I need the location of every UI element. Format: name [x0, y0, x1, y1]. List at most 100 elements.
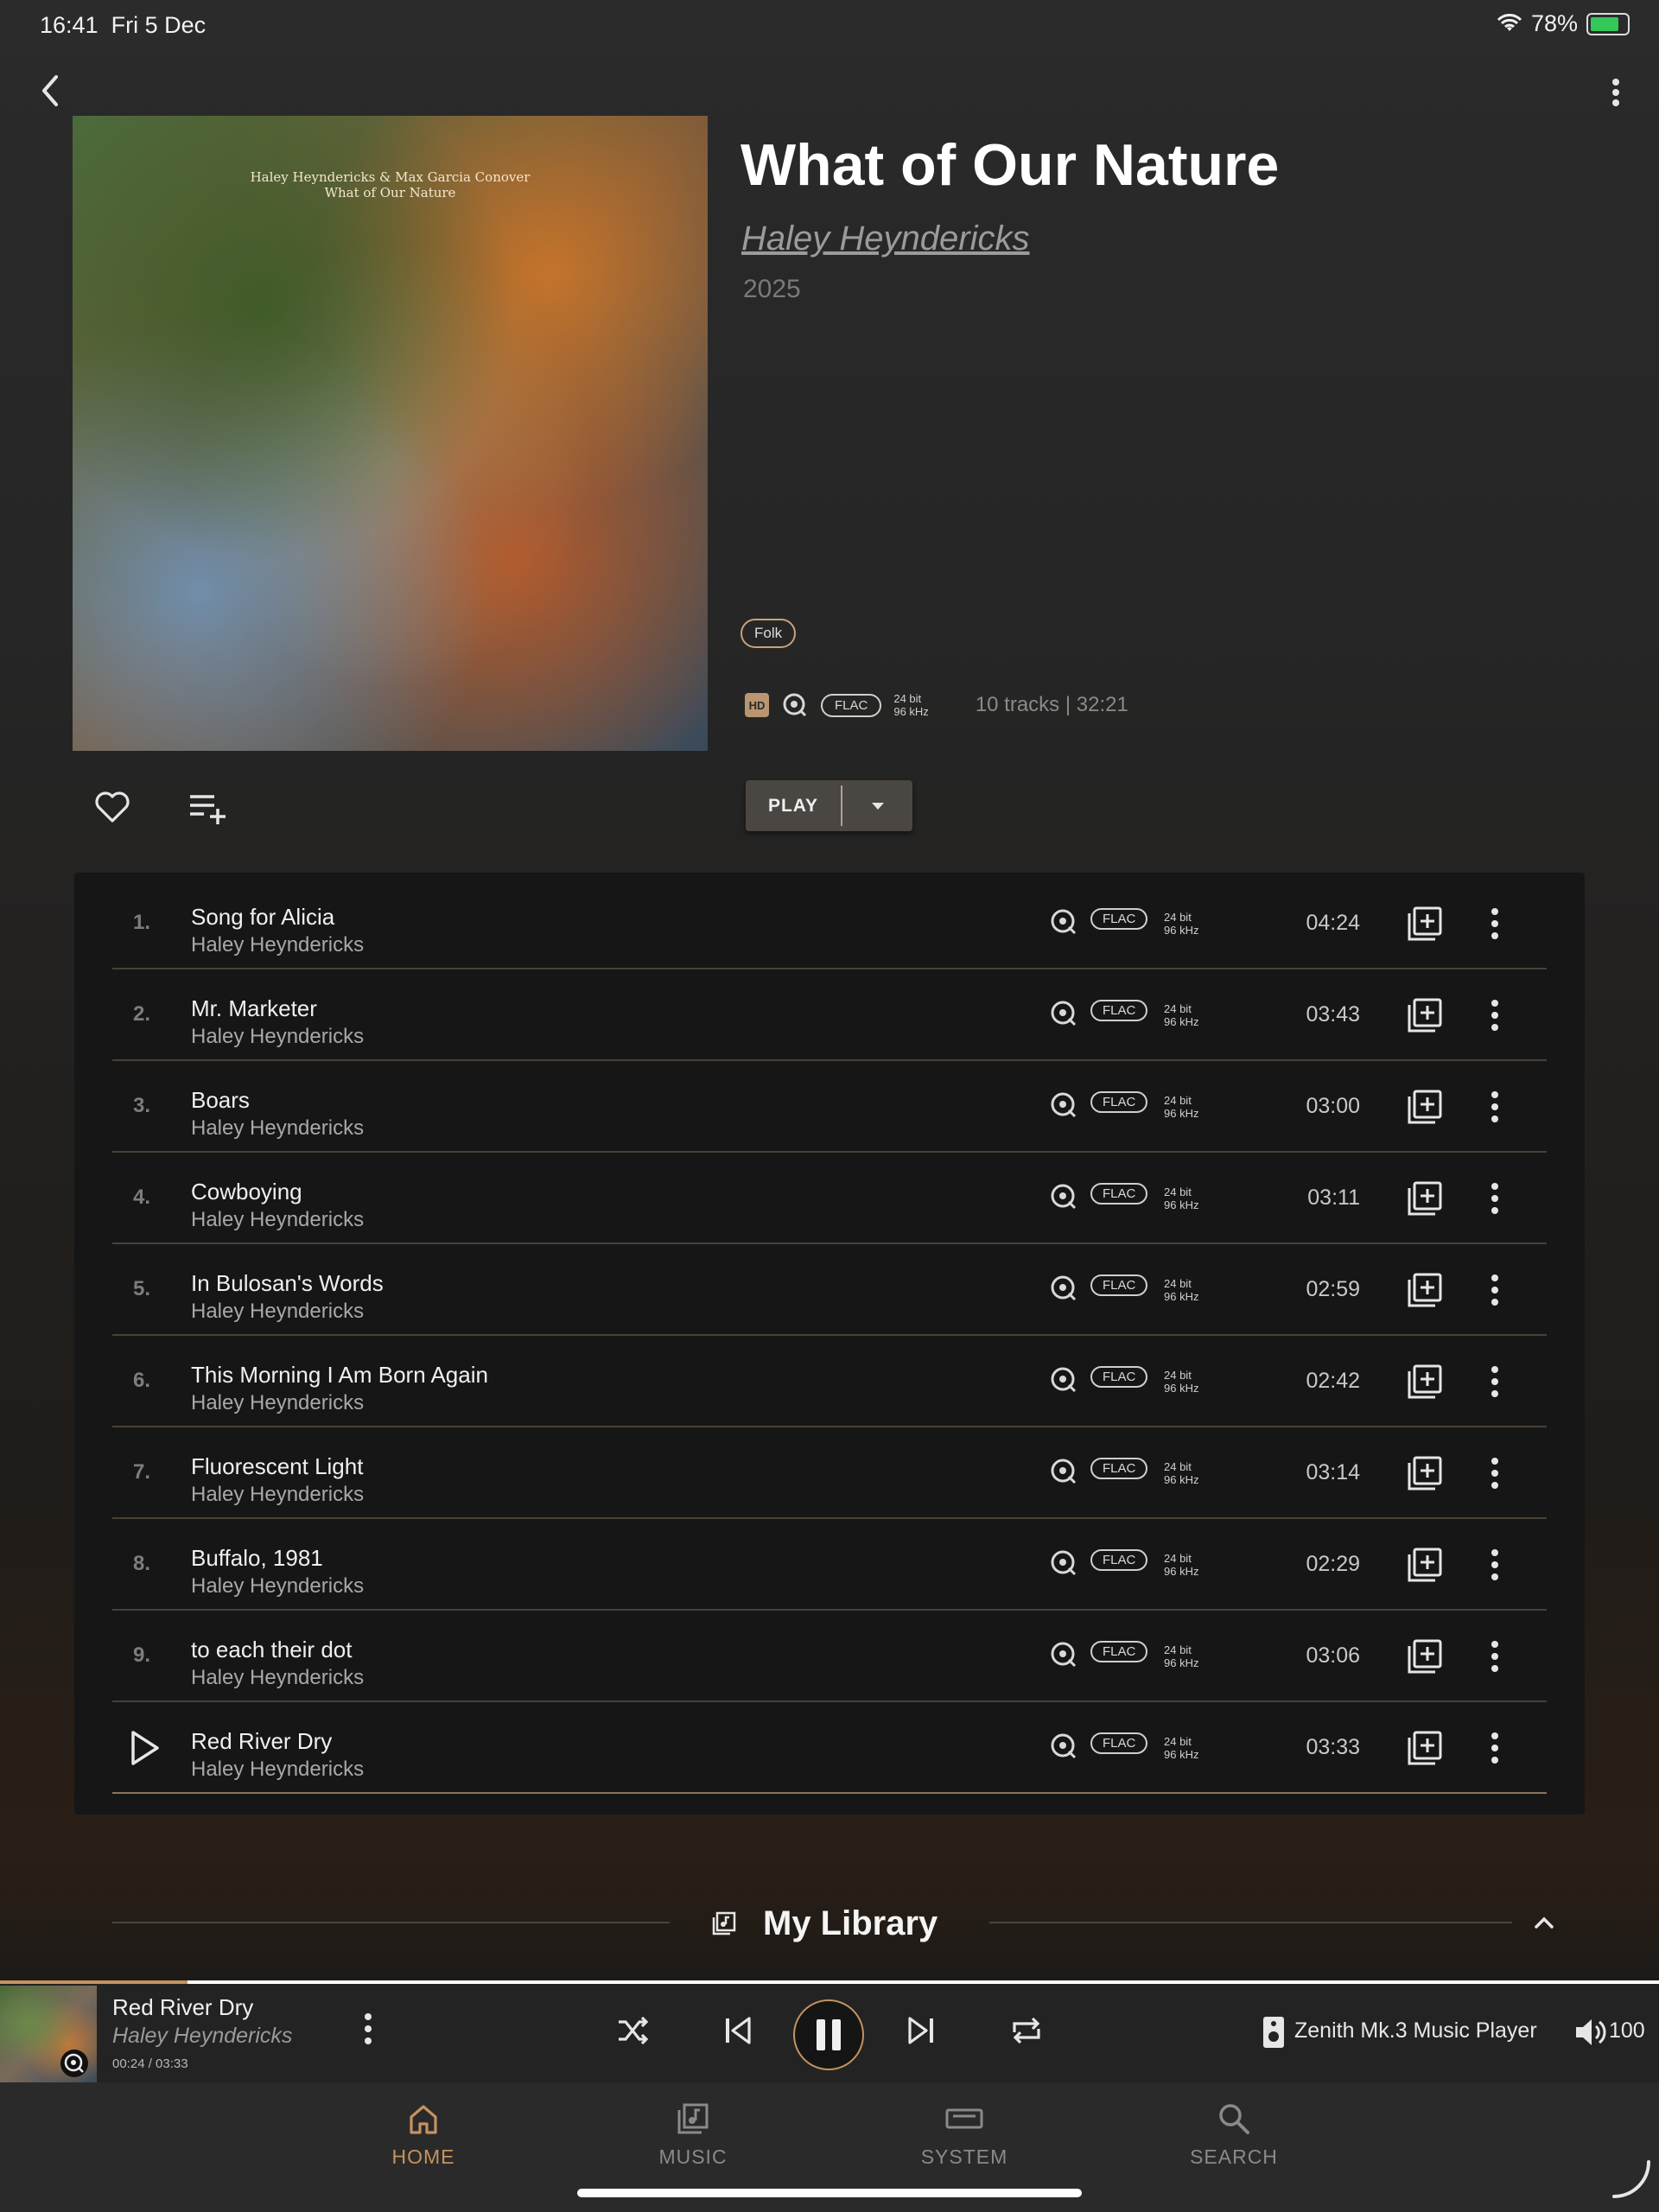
add-to-playlist-icon[interactable] — [1407, 1547, 1443, 1583]
home-indicator[interactable] — [577, 2189, 1082, 2197]
more-vertical-icon[interactable] — [1486, 1455, 1503, 1491]
track-row[interactable]: 7. Fluorescent Light Haley Heyndericks FLAC… — [112, 1427, 1547, 1519]
bit-depth-label: 24 bit 96 kHz — [1164, 1094, 1199, 1120]
track-title: Red River Dry — [191, 1728, 333, 1754]
now-playing-artwork[interactable] — [0, 1986, 97, 2082]
bit-depth-label: 24 bit 96 kHz — [1164, 1277, 1199, 1303]
quality-icon — [60, 2050, 88, 2077]
more-vertical-icon[interactable] — [1486, 1180, 1503, 1217]
format-badge: FLAC — [1090, 1274, 1148, 1296]
track-duration: 03:11 — [1307, 1185, 1360, 1210]
add-to-playlist-icon[interactable] — [1407, 906, 1443, 942]
track-number: 1. — [133, 911, 151, 934]
tab-system[interactable]: SYSTEM — [895, 2100, 1033, 2177]
track-duration: 03:33 — [1306, 1735, 1360, 1759]
track-number: 7. — [133, 1460, 151, 1484]
progress-bar[interactable] — [0, 1980, 1659, 1984]
track-row[interactable]: 4. Cowboying Haley Heyndericks FLAC 24 bit 96… — [112, 1153, 1547, 1244]
track-row[interactable]: 6. This Morning I Am Born Again Haley Heyn… — [112, 1336, 1547, 1427]
track-duration: 03:00 — [1306, 1094, 1360, 1118]
now-playing-bar: Red River Dry Haley Heyndericks 00:24 / … — [0, 1980, 1659, 2082]
play-options-dropdown[interactable] — [842, 780, 912, 831]
playlist-add-icon — [190, 795, 226, 824]
track-row[interactable]: 2. Mr. Marketer Haley Heyndericks FLAC 24 bi… — [112, 969, 1547, 1061]
more-options-button[interactable] — [1599, 71, 1633, 114]
wifi-icon — [1497, 13, 1522, 31]
add-to-playlist-icon[interactable] — [1407, 1272, 1443, 1308]
bit-depth-label: 24 bit 96 kHz — [1164, 1002, 1199, 1028]
music-icon — [677, 2103, 709, 2134]
track-duration: 02:59 — [1306, 1277, 1360, 1301]
more-vertical-icon — [1612, 79, 1619, 106]
track-row[interactable]: Red River Dry Haley Heyndericks FLAC 24 bit… — [112, 1702, 1547, 1794]
now-playing-time: 00:24 / 03:33 — [112, 2056, 188, 2071]
bit-depth-label: 24 bit 96 kHz — [1164, 1369, 1199, 1395]
format-badge: FLAC — [1090, 1366, 1148, 1388]
volume-icon[interactable] — [1573, 2015, 1607, 2050]
add-to-playlist-icon[interactable] — [1407, 1180, 1443, 1217]
repeat-icon[interactable] — [1009, 2013, 1044, 2048]
track-row[interactable]: 1. Song for Alicia Haley Heyndericks FLAC 24… — [112, 878, 1547, 969]
play-button[interactable]: PLAY — [746, 780, 841, 831]
hd-badge: HD — [745, 693, 769, 717]
more-vertical-icon[interactable] — [1486, 906, 1503, 942]
bit-depth-label: 24 bit 96 kHz — [1164, 911, 1199, 937]
quality-icon — [1051, 1733, 1077, 1759]
track-number: 6. — [133, 1369, 151, 1392]
track-row[interactable]: 5. In Bulosan's Words Haley Heyndericks FLA… — [112, 1244, 1547, 1336]
track-artist: Haley Heyndericks — [191, 1666, 365, 1689]
quality-icon — [1051, 1642, 1077, 1668]
quality-icon — [1051, 1367, 1077, 1393]
shuffle-icon[interactable] — [615, 2013, 650, 2048]
track-artist: Haley Heyndericks — [191, 1300, 365, 1323]
now-playing-artist: Haley Heyndericks — [112, 2024, 293, 2048]
more-vertical-icon[interactable] — [1486, 997, 1503, 1033]
track-summary: 10 tracks | 32:21 — [975, 693, 1128, 716]
more-vertical-icon[interactable] — [359, 2010, 377, 2048]
track-row[interactable]: 3. Boars Haley Heyndericks FLAC 24 bit 96 kHz… — [112, 1061, 1547, 1153]
more-vertical-icon[interactable] — [1486, 1089, 1503, 1125]
previous-track-icon[interactable] — [721, 2013, 755, 2048]
play-icon[interactable] — [128, 1728, 162, 1768]
quality-icon — [1051, 1550, 1077, 1576]
genre-tag[interactable]: Folk — [741, 619, 797, 648]
status-bar: 16:41 Fri 5 Dec 78% — [0, 0, 1659, 52]
volume-level: 100 — [1609, 2018, 1645, 2043]
format-badge: FLAC — [1090, 1000, 1148, 1021]
format-badge: FLAC — [1090, 1549, 1148, 1571]
output-device-label[interactable]: Zenith Mk.3 Music Player — [1294, 2018, 1537, 2044]
bit-depth-label: 24 bit 96 kHz — [1164, 1460, 1199, 1486]
track-row[interactable]: 8. Buffalo, 1981 Haley Heyndericks FLAC 24 b… — [112, 1519, 1547, 1611]
add-to-playlist-icon[interactable] — [1407, 997, 1443, 1033]
back-button[interactable] — [33, 69, 67, 112]
corner-gesture-icon — [1612, 2160, 1650, 2198]
track-row[interactable]: 9. to each their dot Haley Heyndericks FLAC… — [112, 1611, 1547, 1702]
add-to-playlist-icon[interactable] — [1407, 1455, 1443, 1491]
track-number: 8. — [133, 1552, 151, 1575]
add-to-queue-button[interactable] — [185, 786, 230, 828]
more-vertical-icon[interactable] — [1486, 1638, 1503, 1675]
tab-home[interactable]: HOME — [354, 2100, 493, 2177]
next-track-icon[interactable] — [904, 2013, 938, 2048]
track-title: This Morning I Am Born Again — [191, 1362, 488, 1388]
chevron-up-icon[interactable] — [1529, 1908, 1559, 1937]
add-to-playlist-icon[interactable] — [1407, 1089, 1443, 1125]
tab-music[interactable]: MUSIC — [624, 2100, 762, 2177]
more-vertical-icon[interactable] — [1486, 1363, 1503, 1400]
favorite-button[interactable] — [92, 786, 133, 828]
add-to-playlist-icon[interactable] — [1407, 1730, 1443, 1766]
status-time: 16:41 Fri 5 Dec — [40, 12, 207, 38]
track-title: Mr. Marketer — [191, 995, 317, 1021]
more-vertical-icon[interactable] — [1486, 1730, 1503, 1766]
speaker-icon — [1263, 2017, 1284, 2048]
more-vertical-icon[interactable] — [1486, 1272, 1503, 1308]
album-artist-link[interactable]: Haley Heyndericks — [741, 219, 1029, 258]
more-vertical-icon[interactable] — [1486, 1547, 1503, 1583]
add-to-playlist-icon[interactable] — [1407, 1363, 1443, 1400]
system-icon — [945, 2108, 983, 2129]
pause-button[interactable] — [793, 1999, 864, 2070]
tab-search[interactable]: SEARCH — [1165, 2100, 1303, 2177]
add-to-playlist-icon[interactable] — [1407, 1638, 1443, 1675]
bit-depth-label: 24 bit 96 kHz — [1164, 1735, 1199, 1761]
track-number: 4. — [133, 1185, 151, 1209]
